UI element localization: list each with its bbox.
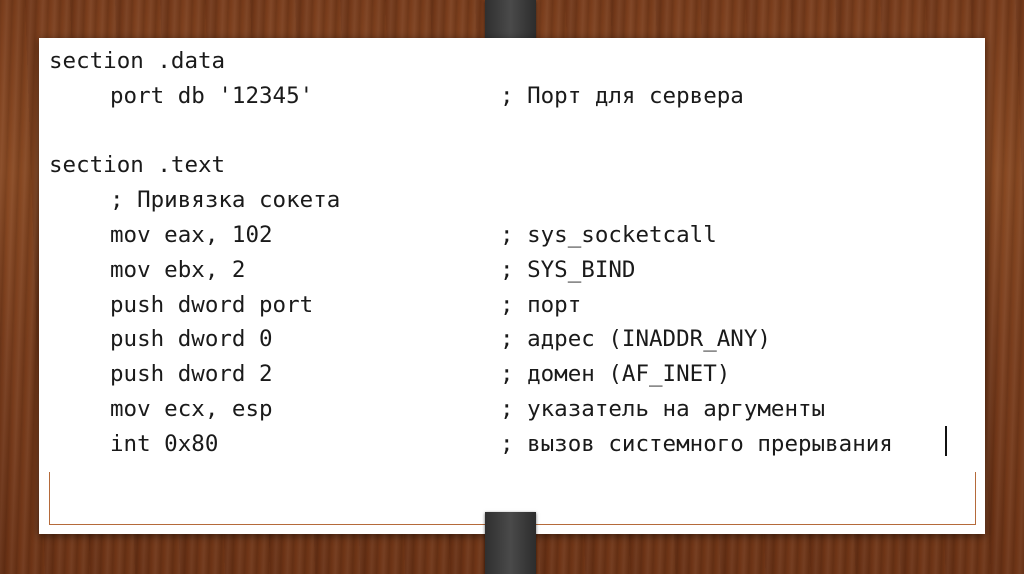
bottom-binder-tab xyxy=(485,512,536,574)
code-comment: ; порт xyxy=(500,291,582,318)
code-comment: ; sys_socketcall xyxy=(500,221,717,248)
code-statement: section .data xyxy=(49,48,226,74)
code-statement: push dword 2 xyxy=(110,361,273,388)
code-statement: int 0x80 xyxy=(110,430,219,457)
code-slide-card: section .data port db '12345' ; Порт для с… xyxy=(39,38,985,534)
code-statement: push dword 0 xyxy=(110,326,273,353)
code-comment: ; домен (AF_INET) xyxy=(500,361,731,388)
code-comment: ; Порт для сервера xyxy=(500,82,744,109)
code-statement: port db '12345' xyxy=(110,82,314,109)
code-statement: push dword port xyxy=(110,291,314,318)
code-statement: ; Привязка сокета xyxy=(110,187,341,214)
code-statement: section .text xyxy=(49,152,226,179)
text-cursor xyxy=(945,426,947,456)
code-comment: ; вызов системного прерывания xyxy=(500,430,893,457)
code-comment: ; SYS_BIND xyxy=(500,256,636,283)
code-comment: ; адрес (INADDR_ANY) xyxy=(500,326,771,353)
code-comment: ; указатель на аргументы xyxy=(500,395,826,422)
code-statement: mov ebx, 2 xyxy=(110,256,246,283)
code-statement: mov eax, 102 xyxy=(110,221,273,248)
code-statement: mov ecx, esp xyxy=(110,395,273,422)
